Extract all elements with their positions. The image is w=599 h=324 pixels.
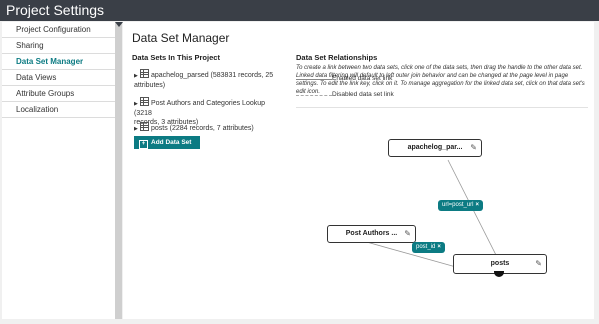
link-key-post-id[interactable]: post_id ×: [412, 242, 445, 253]
sidebar-item-project-configuration[interactable]: Project Configuration: [2, 22, 115, 38]
sidebar-item-sharing[interactable]: Sharing: [2, 38, 115, 54]
node-label: Post Authors ...: [345, 230, 398, 237]
link-key-url-post-url[interactable]: url=post_url ×: [438, 200, 484, 211]
pencil-icon[interactable]: ✎: [404, 226, 411, 242]
pencil-icon[interactable]: ✎: [535, 255, 542, 272]
sidebar-item-data-set-manager[interactable]: Data Set Manager: [2, 54, 115, 70]
relationship-graph: [362, 159, 497, 268]
sidebar-item-data-views[interactable]: Data Views: [2, 70, 115, 86]
node-label: posts: [490, 260, 510, 267]
dataset-node-apachelog[interactable]: apachelog_par... ✎: [388, 139, 482, 157]
active-indicator-icon: [115, 22, 123, 27]
dataset-node-post-authors[interactable]: Post Authors ... ✎: [327, 225, 416, 243]
app-title: Project Settings: [0, 0, 599, 21]
node-label: apachelog_par...: [407, 144, 463, 151]
main-panel: Data Set Manager Data Sets In This Proje…: [123, 22, 594, 319]
remove-link-icon[interactable]: ×: [437, 244, 441, 250]
sidebar-item-localization[interactable]: Localization: [2, 102, 115, 118]
link-key-label: url=post_url: [442, 202, 474, 208]
sidebar-splitter[interactable]: [115, 22, 122, 319]
pencil-icon[interactable]: ✎: [470, 140, 477, 156]
link-key-label: post_id: [416, 244, 436, 250]
settings-sidebar: Project Configuration Sharing Data Set M…: [2, 22, 116, 319]
remove-link-icon[interactable]: ×: [476, 202, 480, 208]
sidebar-item-attribute-groups[interactable]: Attribute Groups: [2, 86, 115, 102]
